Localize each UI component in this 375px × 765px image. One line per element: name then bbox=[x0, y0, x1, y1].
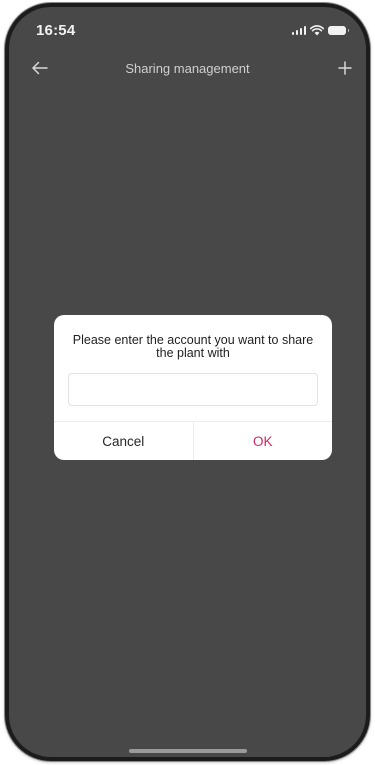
battery-icon bbox=[328, 25, 349, 35]
arrow-left-icon[interactable] bbox=[29, 57, 51, 79]
status-icons bbox=[291, 24, 349, 36]
status-bar: 16:54 bbox=[9, 7, 366, 51]
account-input[interactable] bbox=[68, 373, 318, 406]
share-account-dialog: Please enter the account you want to sha… bbox=[54, 315, 332, 460]
dialog-actions: Cancel OK bbox=[54, 421, 332, 460]
ok-button[interactable]: OK bbox=[194, 422, 333, 460]
nav-bar: Sharing management bbox=[9, 51, 366, 85]
dialog-message: Please enter the account you want to sha… bbox=[72, 333, 314, 360]
cancel-button[interactable]: Cancel bbox=[54, 422, 194, 460]
wifi-icon bbox=[310, 24, 324, 35]
page-title: Sharing management bbox=[125, 61, 250, 76]
screen: 16:54 Sharing management Please enter th… bbox=[9, 7, 366, 757]
device-frame: 16:54 Sharing management Please enter th… bbox=[5, 3, 370, 761]
status-time: 16:54 bbox=[36, 22, 76, 39]
signal-icon bbox=[291, 25, 306, 35]
home-indicator[interactable] bbox=[128, 749, 247, 753]
plus-icon[interactable] bbox=[334, 57, 356, 79]
